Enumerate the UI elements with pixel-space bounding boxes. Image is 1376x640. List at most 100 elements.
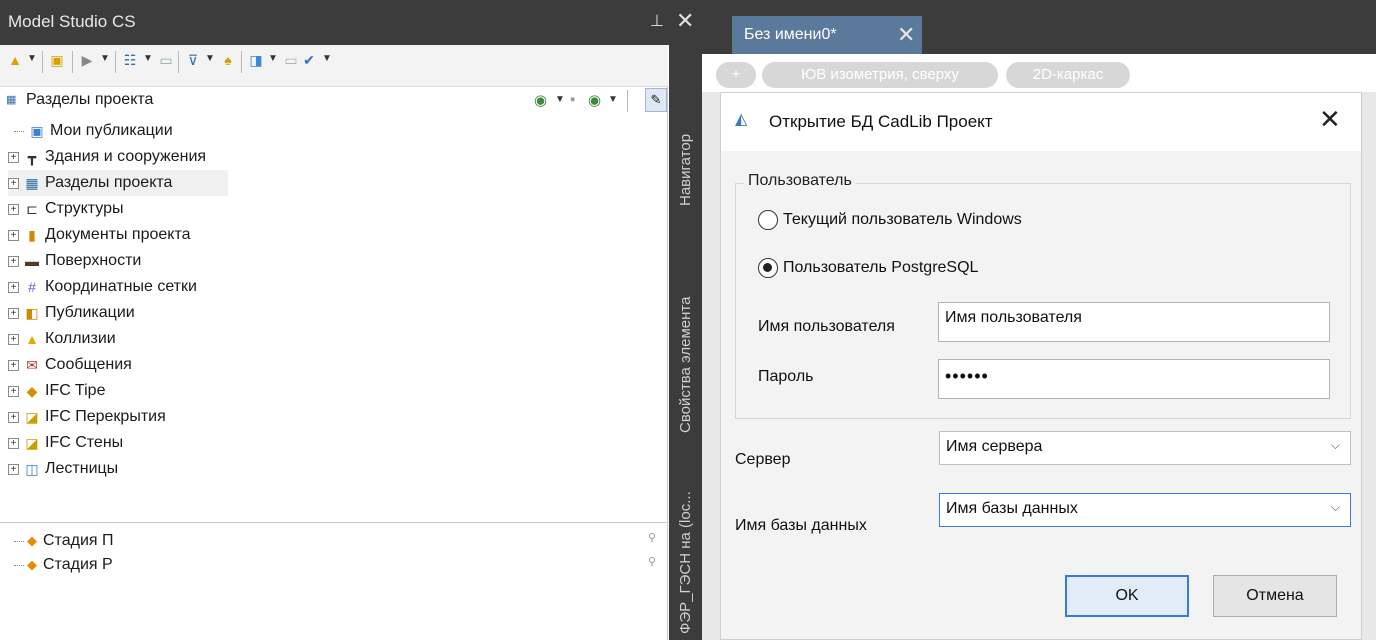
chevron-down-icon[interactable]: ▼ bbox=[268, 53, 278, 64]
ifc-type-icon: ◆ bbox=[26, 383, 38, 399]
panel-title-bar: Model Studio CS ⊥ ✕ bbox=[0, 0, 702, 45]
tree-view-icon[interactable]: ☷ bbox=[121, 51, 139, 69]
expand-icon[interactable]: + bbox=[8, 229, 19, 241]
expand-icon[interactable]: + bbox=[8, 411, 19, 423]
windows-user-radio[interactable]: Текущий пользователь Windows bbox=[758, 210, 1022, 230]
tree-item-structures[interactable]: + ⊏ Структуры bbox=[8, 196, 124, 222]
dialog-title-bar: ◭ Открытие БД CadLib Проект ✕ bbox=[721, 93, 1361, 151]
chevron-down-icon[interactable]: ▼ bbox=[27, 53, 37, 64]
expand-icon[interactable]: + bbox=[8, 151, 19, 163]
tree-item-surfaces[interactable]: + ▬ Поверхности bbox=[8, 248, 141, 274]
postgres-user-radio[interactable]: Пользователь PostgreSQL bbox=[758, 258, 978, 278]
tree-item-grids[interactable]: + # Координатные сетки bbox=[8, 274, 197, 300]
expand-icon[interactable]: + bbox=[8, 177, 19, 189]
expand-icon[interactable]: + bbox=[8, 203, 19, 215]
sections-icon: ▦ bbox=[25, 175, 39, 191]
link-icon: ◆ bbox=[27, 557, 37, 572]
chevron-down-icon[interactable]: ▼ bbox=[143, 53, 153, 64]
chevron-down-icon[interactable]: ▼ bbox=[322, 53, 332, 64]
tab-connection[interactable]: ФЭР_ГЭСН на (loc... bbox=[669, 485, 702, 640]
chevron-down-icon[interactable]: ▼ bbox=[555, 94, 565, 105]
search-icon[interactable]: ⚲ bbox=[648, 531, 656, 544]
close-dialog-button[interactable]: ✕ bbox=[1319, 104, 1341, 135]
link-icon: ◆ bbox=[27, 533, 37, 548]
expand-icon[interactable]: + bbox=[8, 359, 19, 371]
tree-item-buildings[interactable]: + ┳ Здания и сооружения bbox=[8, 144, 206, 170]
expand-icon[interactable]: + bbox=[8, 281, 19, 293]
navigator-toolbar: ▲ ▼ ▣ ▶ ▼ ☷ ▼ ▭ ⊽ ▼ ♠ ◨ ▼ ▭ ✔ ▼ bbox=[0, 45, 668, 87]
expand-icon[interactable]: + bbox=[8, 307, 19, 319]
server-value: Имя сервера bbox=[946, 438, 1043, 455]
tree-item-publications[interactable]: + ◧ Публикации bbox=[8, 300, 135, 326]
edit-pen-button[interactable]: ✎ bbox=[645, 88, 667, 112]
username-field[interactable]: Имя пользователя bbox=[938, 302, 1330, 342]
message-icon: ✉ bbox=[26, 357, 38, 373]
search-icon[interactable]: ⚲ bbox=[648, 555, 656, 568]
expand-icon[interactable]: + bbox=[8, 385, 19, 397]
server-select[interactable]: Имя сервера ⌵ bbox=[939, 431, 1351, 465]
chevron-down-icon[interactable]: ▼ bbox=[205, 53, 215, 64]
tree-item-project-sections[interactable]: + ▦ Разделы проекта bbox=[8, 170, 228, 196]
database-label: Имя базы данных bbox=[735, 517, 867, 534]
globe-icon[interactable]: ◉ bbox=[534, 91, 547, 109]
warning-icon: ▲ bbox=[25, 331, 39, 347]
tree-item-ifc-slabs[interactable]: + ◪ IFC Перекрытия bbox=[8, 404, 166, 430]
tab-element-properties[interactable]: Свойства элемента bbox=[669, 250, 702, 480]
list-item-stage-r[interactable]: ◆ Стадия Р bbox=[14, 553, 113, 577]
toolbar-divider bbox=[627, 90, 628, 112]
tree-item-collisions[interactable]: + ▲ Коллизии bbox=[8, 326, 116, 352]
publications-icon: ◧ bbox=[25, 305, 39, 321]
tree-item-messages[interactable]: + ✉ Сообщения bbox=[8, 352, 132, 378]
tab-untitled[interactable]: Без имени0* ✕ bbox=[732, 16, 922, 54]
check-circle-icon[interactable]: ✔ bbox=[300, 51, 318, 69]
viewport-controls: + ЮВ изометрия, сверху 2D-каркас bbox=[702, 54, 1376, 92]
view-direction-button[interactable]: ЮВ изометрия, сверху bbox=[762, 62, 998, 88]
database-icon: ◭ bbox=[735, 111, 748, 128]
copy-icon[interactable]: ◨ bbox=[247, 51, 265, 69]
add-document-icon[interactable]: ▣ bbox=[48, 51, 66, 69]
database-select[interactable]: Имя базы данных ⌵ bbox=[939, 493, 1351, 527]
section-selector[interactable]: ▦ Разделы проекта ◉ ▼ ▪ ◉ ▼ ✎ bbox=[0, 88, 668, 114]
filter-icon[interactable]: ⊽ bbox=[184, 51, 202, 69]
publication-icon: ▣ bbox=[30, 123, 44, 139]
play-icon[interactable]: ▶ bbox=[78, 51, 96, 69]
document-tab-bar: Без имени0* ✕ bbox=[702, 0, 1376, 54]
list-icon[interactable]: ▭ bbox=[157, 51, 175, 69]
tree-item-ifc-type[interactable]: + ◆ IFC Tipe bbox=[8, 378, 105, 404]
expand-icon[interactable]: + bbox=[8, 463, 19, 475]
chevron-down-icon[interactable]: ▼ bbox=[608, 94, 618, 105]
tree-item-stairs[interactable]: + ◫ Лестницы bbox=[8, 456, 118, 482]
expand-icon[interactable]: + bbox=[8, 255, 19, 267]
dialog-title: Открытие БД CadLib Проект bbox=[769, 112, 993, 131]
tree-item-documents[interactable]: + ▮ Документы проекта bbox=[8, 222, 191, 248]
ok-button[interactable]: OK bbox=[1065, 575, 1189, 617]
tree-item-my-publications[interactable]: ▣ Мои публикации bbox=[14, 118, 173, 144]
document-icon[interactable]: ▪ bbox=[570, 91, 575, 108]
cancel-button[interactable]: Отмена bbox=[1213, 575, 1337, 617]
visual-style-button[interactable]: 2D-каркас bbox=[1006, 62, 1130, 88]
username-label: Имя пользователя bbox=[758, 318, 895, 335]
user-group-legend: Пользователь bbox=[744, 172, 856, 190]
password-field[interactable]: •••••• bbox=[938, 359, 1330, 399]
toolbar-divider bbox=[178, 51, 179, 73]
binoculars-icon[interactable]: ♠ bbox=[219, 51, 237, 69]
open-project-icon[interactable]: ▲ bbox=[6, 51, 24, 69]
panel-icon[interactable]: ▭ bbox=[282, 51, 300, 69]
list-item-stage-p[interactable]: ◆ Стадия П bbox=[14, 529, 113, 553]
expand-icon[interactable]: + bbox=[8, 333, 19, 345]
sections-icon: ▦ bbox=[6, 94, 17, 106]
close-tab-button[interactable]: ✕ bbox=[897, 22, 915, 48]
close-panel-button[interactable]: ✕ bbox=[676, 8, 694, 34]
project-tree: ▣ Мои публикации + ┳ Здания и сооружения… bbox=[0, 116, 668, 516]
radio-checked-icon bbox=[758, 258, 778, 278]
ifc-slab-icon: ◪ bbox=[25, 409, 39, 425]
tree-item-ifc-walls[interactable]: + ◪ IFC Стены bbox=[8, 430, 123, 456]
open-database-dialog: ◭ Открытие БД CadLib Проект ✕ Пользовате… bbox=[720, 92, 1362, 640]
expand-icon[interactable]: + bbox=[8, 437, 19, 449]
chevron-down-icon[interactable]: ▼ bbox=[100, 53, 110, 64]
viewport-menu-button[interactable]: + bbox=[716, 62, 756, 88]
refresh-icon[interactable]: ◉ bbox=[588, 91, 601, 109]
pin-icon[interactable]: ⊥ bbox=[650, 11, 664, 31]
tab-navigator[interactable]: Навигатор bbox=[669, 95, 702, 245]
database-value: Имя базы данных bbox=[946, 500, 1078, 517]
